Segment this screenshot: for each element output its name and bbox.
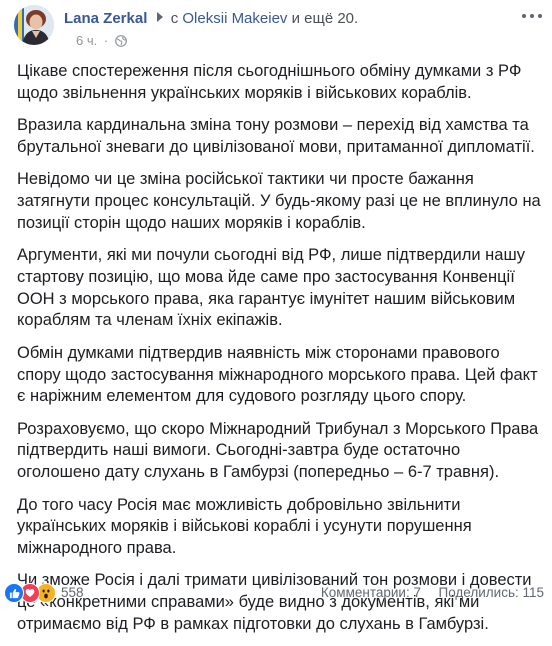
author-name-link[interactable]: Lana Zerkal [64, 10, 147, 27]
post-body: Цікаве спостереження після сьогоднішньог… [17, 61, 542, 646]
author-avatar[interactable] [14, 5, 54, 45]
avatar-image [14, 5, 54, 45]
post-paragraph: Цікаве спостереження після сьогоднішньог… [17, 62, 522, 102]
meta-dot: · [103, 33, 109, 48]
shares-count-link[interactable]: Поделились: 115 [439, 585, 545, 600]
post-time[interactable]: 6 ч. [76, 33, 97, 48]
post-paragraph: Чи зможе Росія і далі тримати цивілізова… [17, 571, 532, 634]
reaction-count: 558 [61, 585, 84, 600]
like-icon [4, 583, 24, 603]
author-line: Lana Zerkal с Oleksii Makeiev и ещё 20. [64, 10, 358, 28]
post-footer: 558 Комментарии: 7 Поделились: 115 [4, 583, 548, 603]
tagged-person-link[interactable]: Oleksii Makeiev [182, 10, 287, 27]
post-paragraph: Аргументи, які ми почули сьогодні від РФ… [17, 246, 525, 330]
tagged-more-link[interactable]: и ещё 20. [292, 10, 359, 27]
post-paragraph: Невідомо чи це зміна російської тактики … [17, 170, 541, 232]
post-header: Lana Zerkal с Oleksii Makeiev и ещё 20. … [14, 5, 544, 55]
reactions-summary[interactable]: 558 [4, 583, 84, 603]
post-paragraph: Розраховуємо, що скоро Міжнародний Трибу… [17, 419, 539, 482]
engagement-counts: Комментарии: 7 Поделились: 115 [321, 583, 544, 603]
post-meta: 6 ч. · [76, 33, 127, 51]
facebook-post: Lana Zerkal с Oleksii Makeiev и ещё 20. … [0, 0, 552, 633]
post-paragraph: Обмін думками підтвердив наявність між с… [17, 343, 538, 406]
globe-icon[interactable] [114, 35, 127, 51]
post-paragraph: Вразила кардинальна зміна тону розмови –… [17, 116, 535, 156]
comments-count-link[interactable]: Комментарии: 7 [321, 585, 421, 600]
more-dots-icon[interactable] [522, 9, 542, 23]
with-prefix: с [170, 10, 179, 27]
post-paragraph: До того часу Росія має можливість добров… [17, 495, 472, 558]
play-arrow-icon [156, 12, 163, 22]
